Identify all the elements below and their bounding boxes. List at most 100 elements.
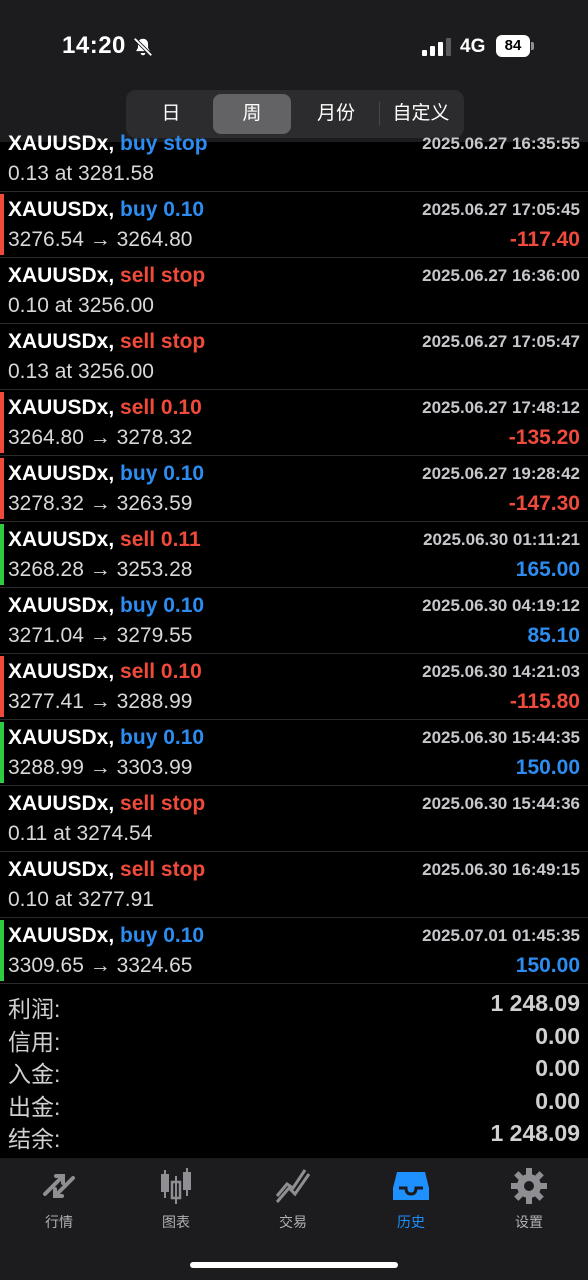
deal-profit: 150.00 <box>515 756 580 779</box>
deal-title: XAUUSDx, sell 0.10 <box>8 660 202 684</box>
deal-row[interactable]: XAUUSDx, buy 0.10 2025.06.30 04:19:12 3271… <box>0 588 588 654</box>
deal-title: XAUUSDx, buy 0.10 <box>8 462 204 486</box>
deal-timestamp: 2025.06.27 17:05:47 <box>422 332 580 351</box>
deal-result-marker <box>0 458 4 519</box>
deal-volume: 0.10 <box>163 594 205 617</box>
deal-profit: -115.80 <box>509 690 580 713</box>
deal-volume: stop <box>160 264 206 287</box>
deal-title: XAUUSDx, sell stop <box>8 792 205 816</box>
summary-deposit: 入金: 0.00 <box>8 1055 580 1087</box>
tab-day[interactable]: 日 <box>130 94 212 134</box>
deal-volume: 0.10 <box>163 198 205 221</box>
deal-volume: 0.10 <box>163 924 205 947</box>
deal-prices: 3264.80 → 3278.32 <box>8 426 193 449</box>
deal-prices: 0.13 at 3281.58 <box>8 162 154 185</box>
tab-week[interactable]: 周 <box>213 94 291 134</box>
deal-row[interactable]: XAUUSDx, sell 0.11 2025.06.30 01:11:21 326… <box>0 522 588 588</box>
deal-title: XAUUSDx, sell 0.10 <box>8 396 202 420</box>
deal-prices: 3268.28 → 3253.28 <box>8 558 193 581</box>
nav-chart[interactable]: 图表 <box>117 1166 235 1236</box>
deal-title: XAUUSDx, buy stop <box>8 132 208 155</box>
summary-credit: 信用: 0.00 <box>8 1022 580 1055</box>
battery-icon: 84 <box>496 35 536 57</box>
deal-row[interactable]: XAUUSDx, sell stop 2025.06.30 16:49:15 0.1… <box>0 852 588 918</box>
deal-row[interactable]: XAUUSDx, sell stop 2025.06.27 17:05:47 0.1… <box>0 324 588 390</box>
trade-line-icon <box>275 1169 311 1203</box>
deal-row[interactable]: XAUUSDx, buy 0.10 2025.06.27 19:28:42 3278… <box>0 456 588 522</box>
deal-prices: 0.10 at 3256.00 <box>8 294 154 317</box>
deal-result-marker <box>0 194 4 255</box>
deal-profit: -147.30 <box>508 492 580 515</box>
deal-symbol: XAUUSDx, <box>8 198 115 221</box>
deal-prices: 3278.32 → 3263.59 <box>8 492 193 515</box>
deal-symbol: XAUUSDx, <box>8 792 115 815</box>
deal-title: XAUUSDx, sell stop <box>8 858 205 882</box>
network-type: 4G <box>460 36 486 57</box>
deal-prices: 3309.65 → 3324.65 <box>8 954 193 977</box>
quotes-arrows-icon <box>43 1174 75 1198</box>
deal-timestamp: 2025.06.27 17:48:12 <box>422 398 580 417</box>
deal-side: buy <box>120 594 158 617</box>
deal-profit: -117.40 <box>509 228 580 251</box>
deal-row[interactable]: XAUUSDx, sell 0.10 2025.06.30 14:21:03 327… <box>0 654 588 720</box>
deal-timestamp: 2025.06.30 16:49:15 <box>422 860 580 879</box>
gear-icon <box>511 1168 547 1204</box>
deal-volume: stop <box>160 858 206 881</box>
deal-symbol: XAUUSDx, <box>8 396 115 419</box>
deal-prices: 3271.04 → 3279.55 <box>8 624 193 647</box>
deal-side: buy <box>120 462 158 485</box>
deal-row[interactable]: XAUUSDx, buy 0.10 2025.06.30 15:44:35 3288… <box>0 720 588 786</box>
deal-profit: 150.00 <box>515 954 580 977</box>
summary-profit: 利润: 1 248.09 <box>8 990 580 1022</box>
deal-profit: -135.20 <box>508 426 580 449</box>
deal-timestamp: 2025.06.27 16:35:55 <box>422 134 580 153</box>
battery-level: 84 <box>496 35 530 57</box>
status-time: 14:20 <box>62 32 126 59</box>
deal-prices: 0.11 at 3274.54 <box>8 822 153 845</box>
deal-symbol: XAUUSDx, <box>8 594 115 617</box>
nav-settings-label: 设置 <box>515 1214 543 1230</box>
summary-balance: 结余: 1 248.09 <box>8 1120 580 1152</box>
deal-title: XAUUSDx, sell stop <box>8 330 205 354</box>
nav-quotes-label: 行情 <box>45 1214 73 1230</box>
deal-symbol: XAUUSDx, <box>8 264 115 287</box>
nav-settings[interactable]: 设置 <box>470 1166 588 1236</box>
deal-symbol: XAUUSDx, <box>8 462 115 485</box>
deal-prices: 3288.99 → 3303.99 <box>8 756 193 779</box>
deal-side: sell <box>120 858 156 881</box>
deal-symbol: XAUUSDx, <box>8 858 115 881</box>
deal-volume: 0.10 <box>160 660 202 683</box>
deal-row[interactable]: XAUUSDx, sell stop 2025.06.30 15:44:36 0.1… <box>0 786 588 852</box>
deal-result-marker <box>0 920 4 981</box>
period-segmented-control: 日 周 月份 自定义 <box>126 90 464 138</box>
deal-title: XAUUSDx, buy 0.10 <box>8 726 204 750</box>
deal-prices: 0.10 at 3277.91 <box>8 888 154 911</box>
status-bar: 14:20 4G 84 <box>0 0 588 92</box>
tab-month[interactable]: 月份 <box>294 94 378 134</box>
deal-side: sell <box>120 792 156 815</box>
deal-row[interactable]: XAUUSDx, buy 0.10 2025.06.27 17:05:45 3276… <box>0 192 588 258</box>
deal-title: XAUUSDx, sell 0.11 <box>8 528 201 552</box>
deal-volume: 0.10 <box>160 396 202 419</box>
deal-side: buy <box>120 924 158 947</box>
bell-muted-icon <box>133 37 153 57</box>
home-indicator[interactable] <box>190 1262 398 1268</box>
tab-custom[interactable]: 自定义 <box>382 94 460 134</box>
deal-symbol: XAUUSDx, <box>8 528 115 551</box>
deal-timestamp: 2025.06.30 15:44:35 <box>422 728 580 747</box>
deal-timestamp: 2025.06.27 19:28:42 <box>422 464 580 483</box>
deal-timestamp: 2025.06.27 17:05:45 <box>422 200 580 219</box>
deal-side: sell <box>120 396 156 419</box>
deal-title: XAUUSDx, buy 0.10 <box>8 594 204 618</box>
deal-row[interactable]: XAUUSDx, sell 0.10 2025.06.27 17:48:12 326… <box>0 390 588 456</box>
nav-history[interactable]: 历史 <box>352 1166 470 1236</box>
deal-row[interactable]: XAUUSDx, buy 0.10 2025.07.01 01:45:35 3309… <box>0 918 588 984</box>
deal-row-partial[interactable]: XAUUSDx, buy stop 2025.06.27 16:35:55 0.… <box>0 132 588 192</box>
nav-quotes[interactable]: 行情 <box>0 1166 118 1236</box>
deal-row[interactable]: XAUUSDx, sell stop 2025.06.27 16:36:00 0.1… <box>0 258 588 324</box>
nav-trade[interactable]: 交易 <box>234 1166 352 1236</box>
account-summary: 利润: 1 248.09 信用: 0.00 入金: 0.00 出金: 0.00 结余: 1… <box>0 988 588 1152</box>
summary-withdrawal: 出金: 0.00 <box>8 1087 580 1120</box>
deals-list: XAUUSDx, buy stop 2025.06.27 16:35:55 0.… <box>0 132 588 984</box>
deal-volume: stop <box>160 330 206 353</box>
